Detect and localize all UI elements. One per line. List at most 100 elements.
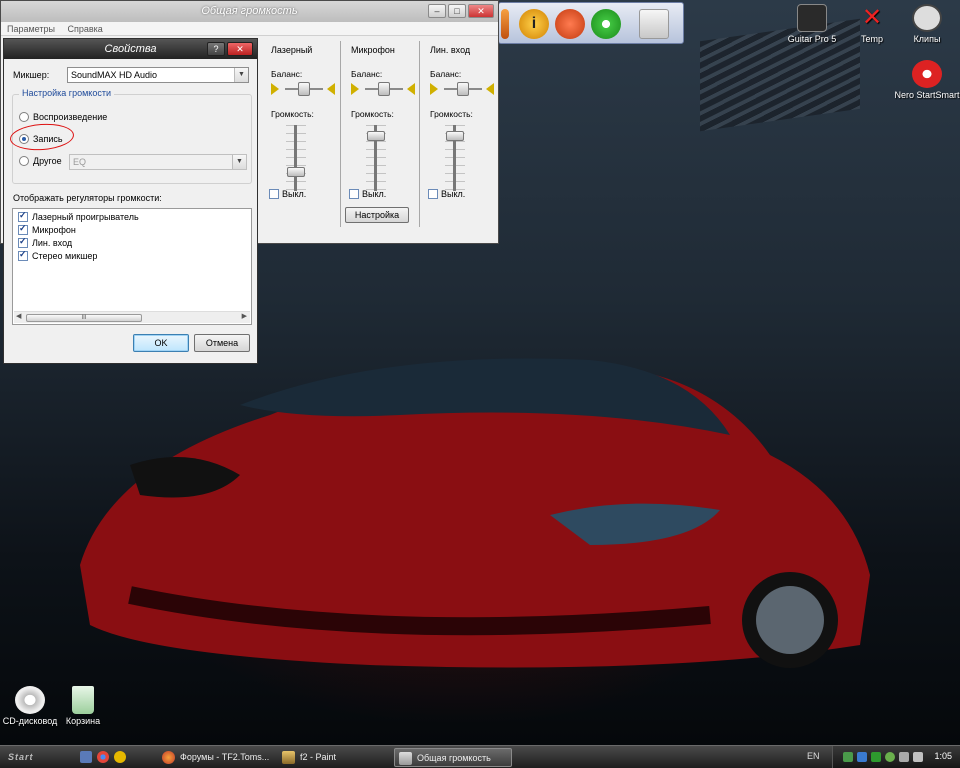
show-desktop-icon[interactable] [80,751,92,763]
properties-title: Свойства [104,43,157,55]
tray-sync-icon[interactable] [885,752,895,762]
list-item[interactable]: Лазерный проигрыватель [18,212,139,222]
desktop-icon-label: Guitar Pro 5 [787,34,837,44]
chrome-icon[interactable] [97,751,109,763]
volume-label: Громкость: [351,109,394,119]
ok-button[interactable]: OK [133,334,189,352]
mute-box[interactable] [349,189,359,199]
list-item-label: Лин. вход [32,238,73,248]
close-button[interactable]: ✕ [227,42,253,56]
mute-box[interactable] [428,189,438,199]
task-paint[interactable]: f2 - Paint [278,748,378,767]
firefox-icon [162,751,175,764]
mixer-title: Общая громкость [201,5,298,17]
guitar-pro-icon [797,4,827,32]
microphone-settings-button[interactable]: Настройка [345,207,409,223]
horizontal-scrollbar[interactable]: ◀ III ▶ [14,311,250,323]
task-volume-mixer[interactable]: Общая громкость [394,748,512,767]
balance-thumb[interactable] [298,82,310,96]
desktop-icon-recycle-bin[interactable]: Корзина [47,686,119,726]
balance-slider[interactable] [349,81,419,97]
mute-checkbox[interactable]: Выкл. [428,189,465,199]
mixer-select[interactable]: SoundMAX HD Audio ▼ [67,67,249,83]
maximize-button[interactable]: □ [448,4,466,18]
checkbox[interactable] [18,225,28,235]
list-item-label: Лазерный проигрыватель [32,212,139,222]
desktop-icon-clips[interactable]: Клипы [891,4,960,44]
volume-slider[interactable] [294,125,297,191]
balance-thumb[interactable] [457,82,469,96]
scroll-right-icon[interactable]: ▶ [242,312,247,320]
checkbox[interactable] [18,212,28,222]
radio-other-dot[interactable] [19,156,29,166]
start-button[interactable]: Start [2,748,70,766]
speaker-right-icon [327,83,335,95]
properties-dialog: Свойства ? ✕ Микшер: SoundMAX HD Audio ▼… [3,38,258,364]
info-icon[interactable]: i [519,9,549,39]
desktop-icon-label: Nero StartSmart [894,90,960,100]
mixer-label: Микшер: [13,70,50,80]
chevron-down-icon[interactable]: ▼ [234,68,248,82]
clock[interactable]: 1:05 [934,751,952,761]
volume-label: Громкость: [430,109,473,119]
properties-title-bar[interactable]: Свойства ? ✕ [4,39,257,59]
balance-thumb[interactable] [378,82,390,96]
mixer-channels: Лазерный Баланс: Громкость: Выкл. Микроф… [261,41,498,227]
magnet-icon[interactable] [555,9,585,39]
balance-label: Баланс: [430,69,462,79]
scroll-thumb[interactable]: III [26,314,142,322]
list-item[interactable]: Лин. вход [18,238,72,248]
balance-slider[interactable] [269,81,339,97]
tray-app-icon[interactable] [843,752,853,762]
list-item[interactable]: Стерео микшер [18,251,97,261]
balance-slider[interactable] [428,81,498,97]
cancel-button[interactable]: Отмена [194,334,250,352]
app-launch-button[interactable] [501,9,509,39]
radio-playback-label: Воспроизведение [33,112,108,122]
mute-label: Выкл. [282,189,307,199]
tools-icon[interactable] [639,9,669,39]
tray-update-icon[interactable] [913,752,923,762]
tray-network-icon[interactable] [871,752,881,762]
volume-thumb[interactable] [367,130,385,141]
task-label: Общая громкость [417,753,491,763]
mute-checkbox[interactable]: Выкл. [349,189,386,199]
mute-checkbox[interactable]: Выкл. [269,189,306,199]
tray-volume-icon[interactable] [899,752,909,762]
checkbox[interactable] [18,251,28,261]
channel-name: Лин. вход [430,45,471,55]
cd-drive-icon [15,686,45,714]
close-button[interactable]: ✕ [468,4,494,18]
radio-playback[interactable]: Воспроизведение [19,112,107,122]
menu-help[interactable]: Справка [68,24,103,34]
balance-label: Баланс: [271,69,303,79]
balance-label: Баланс: [351,69,383,79]
desktop-icon-nero[interactable]: Nero StartSmart [891,60,960,100]
volume-thumb[interactable] [446,130,464,141]
radio-other[interactable]: Другое [19,156,62,166]
mute-label: Выкл. [362,189,387,199]
icq-flower-icon[interactable] [591,9,621,39]
task-label: Форумы - TF2.Toms... [180,752,270,762]
wallpaper-car [80,358,870,668]
list-item[interactable]: Микрофон [18,225,76,235]
controls-label: Отображать регуляторы громкости: [13,193,162,203]
language-indicator[interactable]: EN [807,751,820,761]
minimize-button[interactable]: – [428,4,446,18]
radio-playback-dot[interactable] [19,112,29,122]
volume-thumb[interactable] [287,167,305,177]
checkbox[interactable] [18,238,28,248]
mute-box[interactable] [269,189,279,199]
mixer-caption-buttons: – □ ✕ [428,4,494,18]
channel-microphone: Микрофон Баланс: Громкость: Выкл. Настро… [340,41,418,227]
task-firefox[interactable]: Форумы - TF2.Toms... [158,748,270,767]
tray-shield-icon[interactable] [857,752,867,762]
warning-icon[interactable] [114,751,126,763]
help-button[interactable]: ? [207,42,225,56]
channel-name: Микрофон [351,45,395,55]
menu-options[interactable]: Параметры [7,24,55,34]
scroll-left-icon[interactable]: ◀ [16,312,21,320]
volume-label: Громкость: [271,109,314,119]
mixer-title-bar[interactable]: Общая громкость – □ ✕ [1,1,498,22]
mixer-menubar: Параметры Справка [1,22,498,36]
